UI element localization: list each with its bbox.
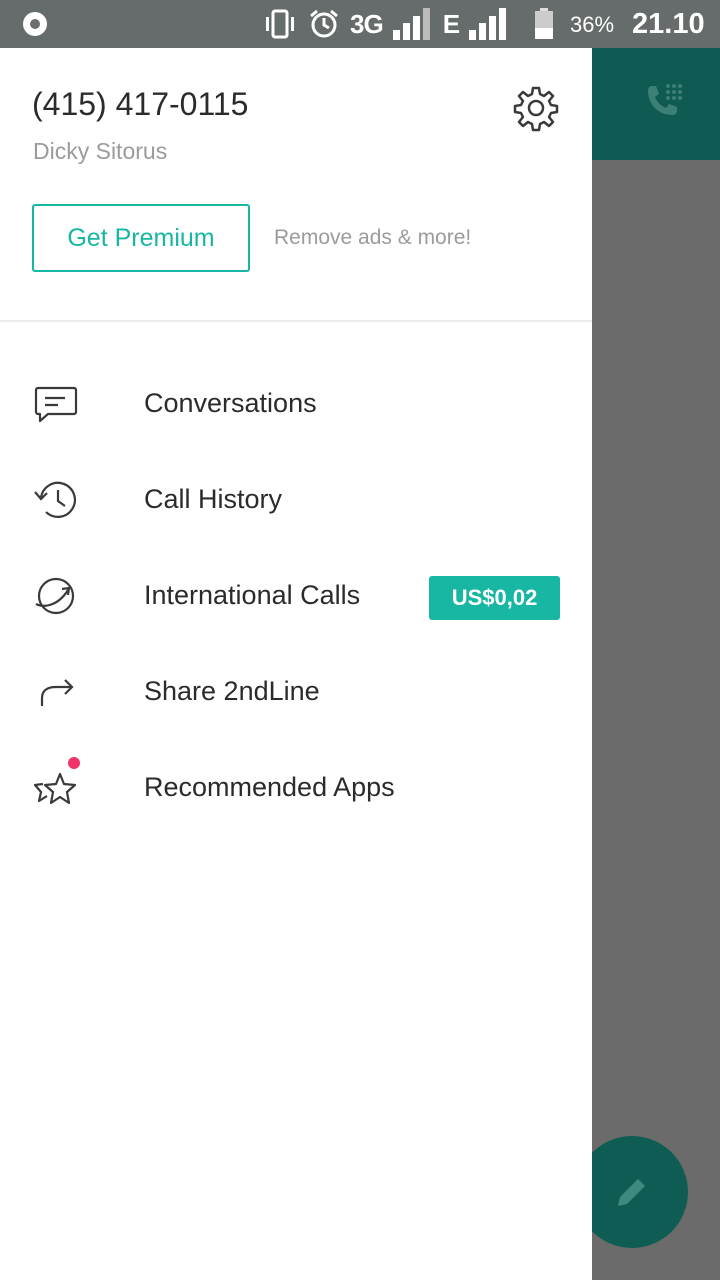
divider [0,320,592,322]
phone-number: (415) 417-0115 [32,86,249,122]
gear-icon [513,86,559,132]
network-type: 3G [350,8,384,39]
dialpad-icon[interactable] [640,80,688,128]
menu-item-conversations[interactable]: Conversations [0,356,592,452]
pencil-icon [618,1179,645,1206]
notification-dot [68,757,80,769]
globe-call-icon [35,577,75,615]
network-type-2: E [442,8,460,39]
menu-label-recommended-apps: Recommended Apps [144,772,395,802]
navigation-drawer: (415) 417-0115 Dicky Sitorus Get Premium… [0,48,592,1280]
history-icon [34,481,76,518]
menu-label-conversations: Conversations [144,388,317,418]
compose-fab[interactable] [576,1136,688,1248]
menu-item-share[interactable]: Share 2ndLine [0,644,592,740]
user-name: Dicky Sitorus [33,138,168,164]
rate-badge: US$0,02 [429,576,560,620]
share-arrow-icon [40,679,74,706]
vibrate-icon [266,9,294,39]
menu-label-international-calls: International Calls [144,580,361,610]
status-bar: 3G E 36% 21.10 [0,0,720,48]
menu-item-call-history[interactable]: Call History [0,452,592,548]
settings-button[interactable] [508,80,564,136]
menu-label-call-history: Call History [144,484,283,514]
clock: 21.10 [632,8,705,40]
menu-label-share: Share 2ndLine [144,676,320,706]
menu-item-international-calls[interactable]: International Calls US$0,02 [0,548,592,644]
chat-bubble-icon [34,386,78,423]
battery-icon [535,8,554,39]
alarm-icon [310,9,338,38]
record-icon [23,12,47,36]
stars-icon [33,772,77,805]
get-premium-button[interactable]: Get Premium [32,204,250,272]
menu-item-recommended-apps[interactable]: Recommended Apps [0,740,592,836]
signal-icon [392,8,430,40]
signal-icon-2 [469,8,507,40]
premium-note: Remove ads & more! [274,226,472,249]
battery-percent: 36% [570,12,615,37]
